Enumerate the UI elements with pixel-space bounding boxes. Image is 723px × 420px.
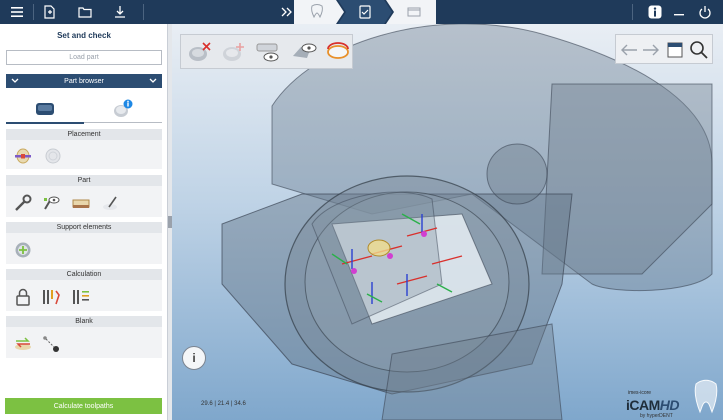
view-part-icon[interactable] xyxy=(40,192,62,214)
blank-measure-icon[interactable] xyxy=(40,333,62,355)
cursor-coordinates: 29.6 | 21.4 | 34.6 xyxy=(201,401,246,407)
lock-icon[interactable] xyxy=(12,286,34,308)
swap-blank-icon[interactable] xyxy=(12,333,34,355)
menu-icon[interactable] xyxy=(0,0,34,24)
dropdown-label: Part browser xyxy=(64,77,104,85)
rotate-part-icon[interactable] xyxy=(42,145,64,167)
blank-section: Blank xyxy=(6,316,162,358)
logo-product: iCAMHD xyxy=(626,397,680,413)
part-box-icon[interactable] xyxy=(70,192,92,214)
panel-title: Set and check xyxy=(57,31,111,40)
hide-part-icon[interactable] xyxy=(185,38,215,66)
section-heading: Blank xyxy=(6,316,162,327)
view-cube-icon[interactable] xyxy=(664,39,686,61)
load-part-button[interactable]: Load part xyxy=(6,50,162,65)
add-part-icon[interactable] xyxy=(219,38,249,66)
arrow-right-icon[interactable] xyxy=(640,39,662,61)
zoom-icon[interactable] xyxy=(688,39,710,61)
chevron-down-icon xyxy=(149,78,157,83)
position-part-icon[interactable] xyxy=(12,145,34,167)
logo-product-name: iCAM xyxy=(626,397,660,413)
section-heading: Support elements xyxy=(6,222,162,233)
support-element-icon[interactable] xyxy=(12,239,34,261)
top-toolbar xyxy=(0,0,723,24)
tab-part-info[interactable] xyxy=(84,95,162,123)
tooth-logo-icon xyxy=(694,379,718,414)
calculation-section: Calculation xyxy=(6,269,162,311)
part-browser-dropdown[interactable]: Part browser xyxy=(6,74,162,88)
blank-icon xyxy=(36,103,54,115)
sidebar: Set and check Load part Part browser Pla… xyxy=(0,24,168,420)
logo-company: imes-icore xyxy=(628,390,652,396)
calculation-list-icon[interactable] xyxy=(70,286,92,308)
section-heading: Part xyxy=(6,175,162,186)
info-button[interactable]: i xyxy=(182,346,206,370)
section-heading: Placement xyxy=(6,129,162,140)
part-section: Part xyxy=(6,175,162,217)
power-icon[interactable] xyxy=(688,0,722,24)
placement-section: Placement xyxy=(6,129,162,169)
view-navigation xyxy=(615,34,713,64)
edit-part-icon[interactable] xyxy=(100,192,122,214)
tab-blank-view[interactable] xyxy=(6,95,84,123)
support-elements-section: Support elements xyxy=(6,222,162,264)
logo-product-suffix: HD xyxy=(659,397,680,413)
wrench-icon[interactable] xyxy=(12,192,34,214)
logo-byline: by hyperDENT xyxy=(640,413,673,419)
part-info-icon xyxy=(114,99,133,117)
arrow-left-icon[interactable] xyxy=(618,39,640,61)
viewport-toolbar xyxy=(180,34,353,69)
download-icon[interactable] xyxy=(103,0,137,24)
view-blank-icon[interactable] xyxy=(253,38,283,66)
tool-assignment-icon[interactable] xyxy=(40,286,62,308)
icam-logo: imes-icore iCAMHD by hyperDENT xyxy=(622,376,722,419)
calculate-toolpaths-button[interactable]: Calculate toolpaths xyxy=(5,398,162,414)
rotate-blank-icon[interactable] xyxy=(323,38,353,66)
chevron-down-icon xyxy=(11,78,19,83)
section-heading: Calculation xyxy=(6,269,162,280)
open-folder-icon[interactable] xyxy=(68,0,102,24)
3d-viewport[interactable]: i 29.6 | 21.4 | 34.6 imes-icore iCAMHD b… xyxy=(172,24,723,420)
workflow-expand-icon[interactable] xyxy=(280,0,294,24)
new-document-icon[interactable] xyxy=(32,0,66,24)
workflow-steps xyxy=(294,0,436,24)
view-holder-icon[interactable] xyxy=(289,38,319,66)
holder-model xyxy=(221,24,713,420)
part-tabs xyxy=(6,95,162,124)
